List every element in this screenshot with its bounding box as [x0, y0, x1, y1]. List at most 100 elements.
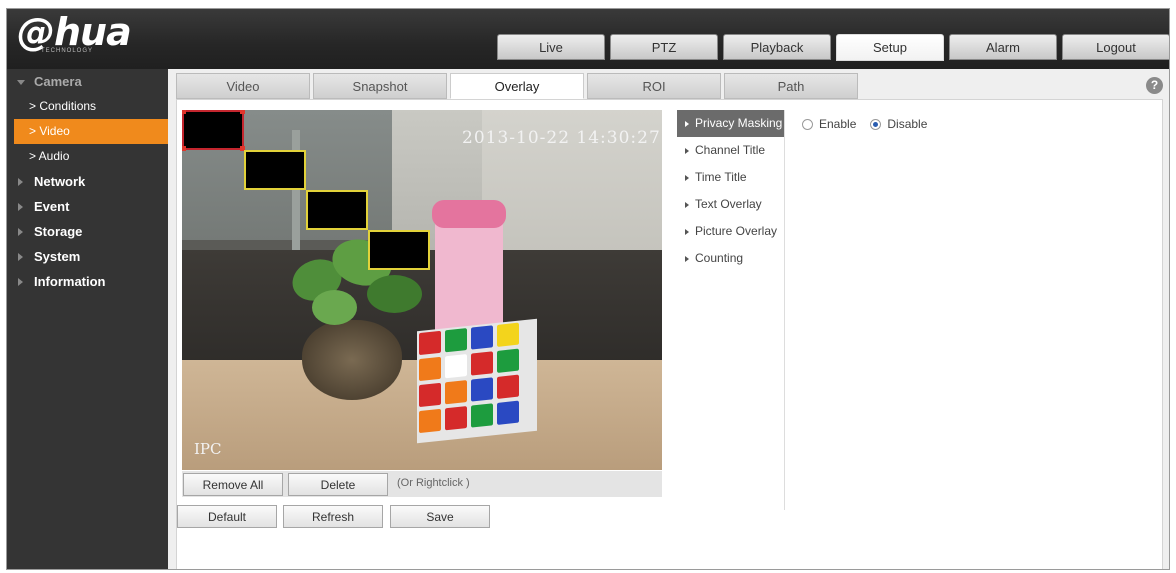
nav-tab-live[interactable]: Live — [497, 34, 605, 60]
cube-cell — [471, 377, 493, 402]
caret-right-icon — [685, 256, 689, 262]
scene-leaf — [312, 290, 357, 325]
sidebar-item-information[interactable]: Information — [7, 269, 168, 294]
brand-logo-subtitle: TECHNOLOGY — [41, 48, 94, 54]
privacy-mask-3[interactable] — [306, 190, 368, 230]
chevron-right-icon — [18, 228, 23, 236]
chevron-right-icon — [18, 178, 23, 186]
cube-cell — [497, 348, 519, 373]
osd-timestamp: 2013-10-22 14:30:27 — [462, 128, 661, 148]
overlay-item-text-overlay[interactable]: Text Overlay — [677, 191, 784, 218]
privacy-mask-2[interactable] — [244, 150, 306, 190]
chevron-right-icon — [18, 253, 23, 261]
sidebar-item-event[interactable]: Event — [7, 194, 168, 219]
overlay-item-privacy-masking[interactable]: Privacy Masking — [677, 110, 784, 137]
refresh-button[interactable]: Refresh — [283, 505, 383, 528]
cube-cell — [497, 374, 519, 399]
overlay-item-label: Privacy Masking — [695, 116, 783, 130]
sidebar-item-label: Information — [34, 274, 106, 289]
privacy-masking-options: Enable Disable — [802, 117, 927, 131]
overlay-item-channel-title[interactable]: Channel Title — [677, 137, 784, 164]
tab-path[interactable]: Path — [724, 73, 858, 99]
settings-tabs: Video Snapshot Overlay ROI Path — [176, 73, 858, 99]
sidebar-item-label: Network — [34, 174, 86, 189]
nav-tab-ptz[interactable]: PTZ — [610, 34, 718, 60]
brand-logo: @hua — [17, 10, 132, 54]
cube-cell — [445, 406, 467, 431]
overlay-item-time-title[interactable]: Time Title — [677, 164, 784, 191]
help-icon[interactable]: ? — [1146, 77, 1163, 94]
sidebar: Camera > Conditions > Video > Audio Netw… — [7, 69, 168, 569]
sidebar-item-label: System — [34, 249, 81, 264]
overlay-menu: Privacy Masking Channel Title Time Title… — [677, 110, 785, 510]
cube-cell — [471, 325, 493, 350]
video-preview[interactable]: 2013-10-22 14:30:27 IPC — [182, 110, 662, 470]
save-button[interactable]: Save — [390, 505, 490, 528]
nav-tab-playback[interactable]: Playback — [723, 34, 831, 60]
cube-cell — [419, 330, 441, 356]
enable-radio[interactable] — [802, 118, 813, 130]
cube-cell — [419, 356, 441, 382]
tab-video[interactable]: Video — [176, 73, 310, 99]
disable-radio[interactable] — [870, 118, 882, 130]
scene-leaf — [367, 275, 422, 313]
main-content: Video Snapshot Overlay ROI Path ? 2013-1… — [168, 69, 1169, 569]
caret-right-icon — [685, 202, 689, 208]
delete-button[interactable]: Delete — [288, 473, 388, 496]
scene-frame — [292, 130, 300, 250]
osd-channel-name: IPC — [194, 440, 222, 458]
overlay-item-counting[interactable]: Counting — [677, 245, 784, 272]
nav-tab-logout[interactable]: Logout — [1062, 34, 1169, 60]
cube-cell — [497, 400, 519, 425]
overlay-item-label: Counting — [695, 251, 744, 265]
cube-cell — [445, 328, 467, 353]
header-bar: @hua TECHNOLOGY Live PTZ Playback Setup … — [7, 9, 1169, 69]
default-button[interactable]: Default — [177, 505, 277, 528]
overlay-item-label: Channel Title — [695, 143, 766, 157]
caret-right-icon — [685, 229, 689, 235]
overlay-item-picture-overlay[interactable]: Picture Overlay — [677, 218, 784, 245]
caret-right-icon — [685, 175, 689, 181]
cube-cell — [419, 408, 441, 434]
resize-handle[interactable] — [182, 110, 186, 114]
rightclick-hint: (Or Rightclick ) — [397, 477, 470, 489]
chevron-right-icon — [18, 203, 23, 211]
scene-rubiks-cube — [417, 318, 537, 444]
mask-toolbar: Remove All Delete (Or Rightclick ) — [182, 471, 662, 497]
overlay-panel: 2013-10-22 14:30:27 IPC Remove All Delet… — [176, 99, 1163, 569]
privacy-mask-1[interactable] — [182, 110, 245, 151]
sidebar-subitem-video[interactable]: > Video — [14, 119, 168, 144]
app-window: @hua TECHNOLOGY Live PTZ Playback Setup … — [6, 8, 1170, 570]
sidebar-item-label: Storage — [34, 224, 83, 239]
sidebar-item-label: Event — [34, 199, 70, 214]
chevron-down-icon — [17, 80, 25, 85]
nav-tab-alarm[interactable]: Alarm — [949, 34, 1057, 60]
cube-cell — [445, 354, 467, 379]
nav-tab-setup[interactable]: Setup — [836, 34, 944, 61]
sidebar-item-camera[interactable]: Camera — [7, 69, 168, 94]
sidebar-subitem-audio[interactable]: > Audio — [7, 144, 168, 169]
sidebar-item-system[interactable]: System — [7, 244, 168, 269]
tab-snapshot[interactable]: Snapshot — [313, 73, 447, 99]
cube-cell — [471, 351, 493, 376]
sidebar-item-network[interactable]: Network — [7, 169, 168, 194]
overlay-item-label: Picture Overlay — [695, 224, 778, 238]
sidebar-subitem-conditions[interactable]: > Conditions — [7, 94, 168, 119]
scene-plant-bowl — [302, 320, 402, 400]
overlay-item-label: Time Title — [695, 170, 747, 184]
cube-cell — [445, 380, 467, 405]
resize-handle[interactable] — [240, 110, 245, 114]
sidebar-item-storage[interactable]: Storage — [7, 219, 168, 244]
remove-all-button[interactable]: Remove All — [183, 473, 283, 496]
resize-handle[interactable] — [182, 146, 186, 151]
privacy-mask-4[interactable] — [368, 230, 430, 270]
overlay-item-label: Text Overlay — [695, 197, 762, 211]
caret-right-icon — [685, 148, 689, 154]
caret-right-icon — [685, 121, 689, 127]
chevron-right-icon — [18, 278, 23, 286]
tab-roi[interactable]: ROI — [587, 73, 721, 99]
cube-cell — [497, 322, 519, 347]
tab-overlay[interactable]: Overlay — [450, 73, 584, 99]
enable-label: Enable — [819, 117, 857, 131]
cube-cell — [419, 382, 441, 408]
